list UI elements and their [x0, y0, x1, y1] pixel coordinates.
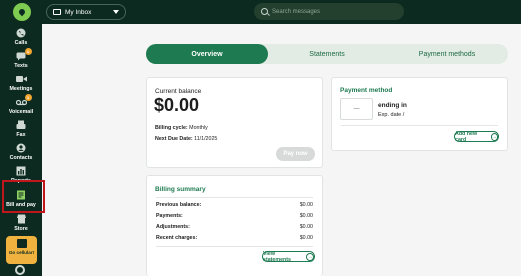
- divider: [156, 197, 313, 198]
- sidebar-item-label: Voicemail: [8, 109, 34, 115]
- phone-icon: [16, 28, 27, 38]
- search-input[interactable]: Search messages: [254, 3, 404, 20]
- inbox-icon: [53, 9, 61, 15]
- contacts-icon: [16, 143, 27, 153]
- sidebar-item-label: Texts: [14, 63, 28, 69]
- fax-icon: [16, 120, 27, 130]
- card-thumbnail: —: [340, 98, 373, 120]
- highlight-box: [2, 180, 45, 213]
- video-icon: [15, 74, 27, 84]
- summary-row-recent-charges: Recent charges: $0.00: [156, 235, 313, 241]
- next-due-value: 11/1/2025: [194, 136, 218, 142]
- cellular-icon: [16, 239, 27, 248]
- sidebar-item-label: Contacts: [9, 155, 33, 161]
- next-due-label: Next Due Date:: [155, 136, 193, 142]
- tab-payment-methods[interactable]: Payment methods: [386, 44, 508, 64]
- go-cellular-label: Go cellular!: [8, 250, 35, 255]
- gear-icon[interactable]: [15, 265, 25, 275]
- summary-value: $0.00: [299, 202, 313, 208]
- tab-bar: Overview Statements Payment methods: [146, 44, 508, 64]
- app-logo[interactable]: [13, 3, 31, 21]
- go-cellular-button[interactable]: Go cellular!: [6, 236, 37, 264]
- summary-label: Recent charges:: [156, 235, 198, 241]
- sidebar-item-texts[interactable]: 1 Texts: [0, 48, 42, 75]
- arrow-right-icon: →: [490, 132, 498, 141]
- view-statements-label: View statements: [263, 250, 291, 263]
- divider: [341, 125, 498, 126]
- sidebar-item-calls[interactable]: Calls: [0, 28, 42, 52]
- chat-icon: 1: [16, 48, 32, 61]
- balance-amount: $0.00: [154, 95, 200, 115]
- balance-heading: Current balance: [155, 88, 202, 95]
- sidebar-item-contacts[interactable]: Contacts: [0, 143, 42, 167]
- summary-label: Adjustments:: [156, 224, 190, 230]
- summary-label: Previous balance:: [156, 202, 202, 208]
- voicemail-badge: 1: [24, 94, 32, 101]
- billing-summary-title: Billing summary: [155, 186, 206, 193]
- sidebar-item-voicemail[interactable]: 1 Voicemail: [0, 94, 42, 121]
- voicemail-icon: 1: [15, 94, 32, 107]
- chart-icon: [16, 166, 27, 176]
- billing-cycle-value: Monthly: [189, 125, 208, 131]
- arrow-right-icon: →: [306, 252, 314, 261]
- location-pin-icon: [17, 7, 27, 17]
- inbox-label: My Inbox: [65, 8, 92, 16]
- card-dash: —: [353, 106, 360, 112]
- texts-badge: 1: [24, 48, 32, 55]
- sidebar-item-label: Fax: [16, 132, 26, 138]
- billing-summary-card: Billing summary Previous balance: $0.00 …: [146, 175, 323, 276]
- add-new-card-button[interactable]: Add new card →: [454, 130, 499, 143]
- tab-overview[interactable]: Overview: [146, 44, 268, 64]
- chevron-down-icon: [113, 10, 119, 14]
- sidebar-item-label: Calls: [14, 40, 28, 46]
- sidebar-item-store[interactable]: Store: [0, 214, 42, 238]
- sidebar-item-meetings[interactable]: Meetings: [0, 74, 42, 98]
- summary-label: Payments:: [156, 213, 183, 219]
- add-card-label: Add new card: [455, 130, 478, 143]
- sidebar-item-fax[interactable]: Fax: [0, 120, 42, 144]
- inbox-selector[interactable]: My Inbox: [46, 4, 126, 20]
- summary-row-payments: Payments: $0.00: [156, 213, 313, 219]
- summary-row-adjustments: Adjustments: $0.00: [156, 224, 313, 230]
- sidebar-item-label: Store: [14, 226, 28, 232]
- top-bar: My Inbox Search messages: [0, 0, 521, 24]
- balance-card: Current balance $0.00 Billing cycle: Mon…: [146, 77, 323, 168]
- search-icon: [261, 8, 268, 15]
- billing-cycle-label: Billing cycle:: [155, 125, 188, 131]
- pay-now-button[interactable]: Pay now: [276, 147, 315, 161]
- summary-value: $0.00: [299, 213, 313, 219]
- view-statements-button[interactable]: View statements →: [262, 250, 315, 263]
- payment-method-title: Payment method: [340, 87, 393, 94]
- sidebar-item-label: Meetings: [9, 86, 33, 92]
- payment-method-card: Payment method — ending in Exp. date / A…: [331, 77, 508, 151]
- tab-statements[interactable]: Statements: [268, 44, 386, 64]
- divider: [156, 246, 313, 247]
- card-ending-in: ending in: [378, 102, 407, 109]
- summary-value: $0.00: [299, 235, 313, 241]
- summary-value: $0.00: [299, 224, 313, 230]
- search-placeholder: Search messages: [272, 8, 321, 15]
- store-icon: [16, 214, 27, 224]
- summary-row-previous-balance: Previous balance: $0.00: [156, 202, 313, 208]
- card-exp-date: Exp. date /: [378, 112, 405, 118]
